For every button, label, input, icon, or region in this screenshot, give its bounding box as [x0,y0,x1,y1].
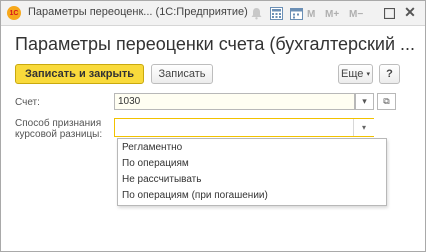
notifications-icon[interactable] [249,6,263,20]
window-title: Параметры переоценк... (1С:Предприятие) [28,6,248,18]
exchange-method-label: Способ признания курсовой разницы: [15,118,115,140]
memory-button[interactable]: M [307,7,315,21]
save-button[interactable]: Записать [151,64,213,84]
exchange-method-label-line2: курсовой разницы: [15,129,103,140]
option-item[interactable]: Регламентно [122,142,182,153]
account-dropdown-button[interactable]: ▾ [355,93,374,110]
option-item[interactable]: По операциям (при погашении) [122,190,268,201]
exchange-method-field[interactable] [114,118,374,137]
app-logo-text: 1С [9,9,19,17]
chevron-down-icon: ▾ [366,71,370,78]
memory-subtract-button[interactable]: M− [349,7,363,21]
account-label: Счет: [15,97,40,108]
form-title: Параметры переоценки счета (бухгалтерски… [15,34,416,54]
close-icon[interactable]: ✕ [403,4,417,20]
calculator-icon[interactable] [269,6,283,20]
calendar-icon[interactable] [289,6,303,20]
more-button-label: Еще [341,68,364,80]
account-field[interactable]: 1030 [114,93,355,110]
memory-add-button[interactable]: M+ [325,7,339,21]
account-open-button[interactable]: ⧉ [377,93,396,110]
app-logo-icon[interactable]: 1С [7,6,21,20]
option-item[interactable]: По операциям [122,158,189,169]
account-value: 1030 [118,96,141,107]
title-bar: 1С Параметры переоценк... (1С:Предприяти… [1,1,425,26]
exchange-method-dropdown-button[interactable]: ▾ [353,119,374,136]
exchange-method-options-list: Регламентно По операциям Не рассчитывать… [117,138,387,206]
save-and-close-button[interactable]: Записать и закрыть [15,64,144,84]
maximize-icon[interactable] [383,6,395,20]
more-menu-button[interactable]: Еще ▾ [338,64,373,84]
app-window: 1С Параметры переоценк... (1С:Предприяти… [0,0,426,252]
exchange-method-label-line1: Способ признания [15,118,102,129]
help-button[interactable]: ? [379,64,400,84]
option-item[interactable]: Не рассчитывать [122,174,201,185]
